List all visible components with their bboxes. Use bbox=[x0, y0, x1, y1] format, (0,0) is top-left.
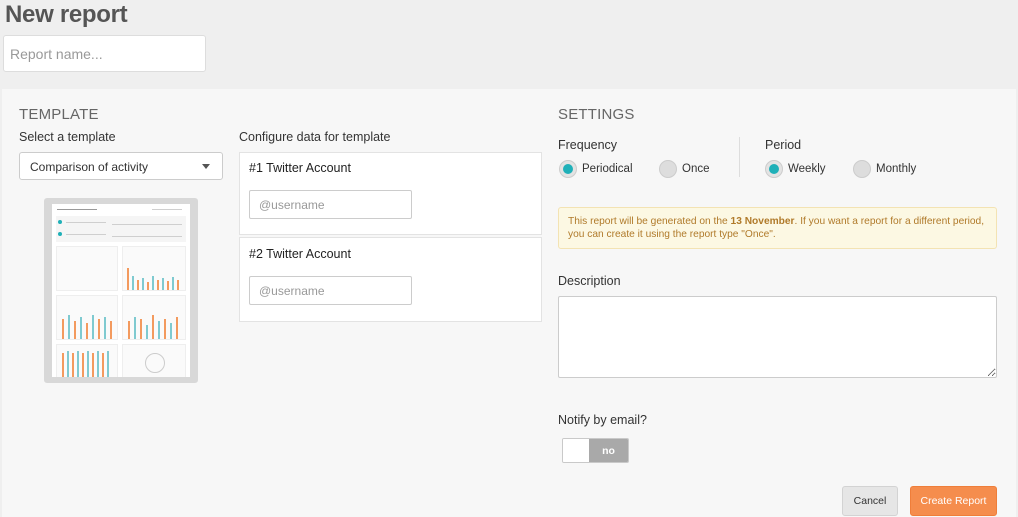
account-2-username-input[interactable] bbox=[249, 276, 412, 305]
notice-date: 13 November bbox=[730, 216, 795, 227]
radio-label: Weekly bbox=[788, 163, 826, 175]
divider bbox=[739, 137, 740, 177]
template-heading: TEMPLATE bbox=[19, 106, 99, 123]
report-form-panel: TEMPLATE Select a template Comparison of… bbox=[2, 89, 1016, 517]
chevron-down-icon bbox=[202, 164, 210, 169]
period-label: Period bbox=[765, 138, 802, 152]
period-monthly-radio[interactable]: Monthly bbox=[853, 160, 916, 178]
account-1-username-input[interactable] bbox=[249, 190, 412, 219]
frequency-label: Frequency bbox=[558, 138, 618, 152]
frequency-once-radio[interactable]: Once bbox=[659, 160, 710, 178]
description-textarea[interactable] bbox=[558, 296, 997, 378]
radio-label: Periodical bbox=[582, 163, 633, 175]
schedule-notice: This report will be generated on the 13 … bbox=[558, 207, 997, 249]
template-preview-image bbox=[52, 204, 190, 377]
settings-heading: SETTINGS bbox=[558, 106, 635, 123]
configure-data-label: Configure data for template bbox=[239, 130, 391, 144]
radio-label: Monthly bbox=[876, 163, 917, 175]
notify-email-toggle[interactable]: no bbox=[562, 438, 629, 463]
radio-unchecked-icon bbox=[659, 160, 677, 178]
toggle-knob bbox=[563, 439, 589, 462]
toggle-state-label: no bbox=[589, 439, 628, 462]
radio-label: Once bbox=[682, 163, 710, 175]
cancel-button[interactable]: Cancel bbox=[842, 486, 898, 516]
notice-text-before: This report will be generated on the bbox=[568, 216, 731, 227]
template-preview bbox=[44, 198, 198, 383]
template-select[interactable]: Comparison of activity bbox=[19, 152, 223, 180]
template-select-value: Comparison of activity bbox=[30, 160, 149, 174]
frequency-periodical-radio[interactable]: Periodical bbox=[559, 160, 633, 178]
select-template-label: Select a template bbox=[19, 130, 116, 144]
create-report-button[interactable]: Create Report bbox=[910, 486, 997, 516]
radio-checked-icon bbox=[559, 160, 577, 178]
description-label: Description bbox=[558, 274, 621, 288]
radio-checked-icon bbox=[765, 160, 783, 178]
report-name-input[interactable] bbox=[3, 35, 206, 72]
radio-unchecked-icon bbox=[853, 160, 871, 178]
account-card-title: #1 Twitter Account bbox=[249, 161, 351, 175]
account-card-1: #1 Twitter Account bbox=[239, 152, 542, 235]
notify-email-label: Notify by email? bbox=[558, 413, 647, 427]
page-title: New report bbox=[5, 1, 128, 28]
period-weekly-radio[interactable]: Weekly bbox=[765, 160, 826, 178]
account-card-title: #2 Twitter Account bbox=[249, 247, 351, 261]
account-card-2: #2 Twitter Account bbox=[239, 237, 542, 322]
